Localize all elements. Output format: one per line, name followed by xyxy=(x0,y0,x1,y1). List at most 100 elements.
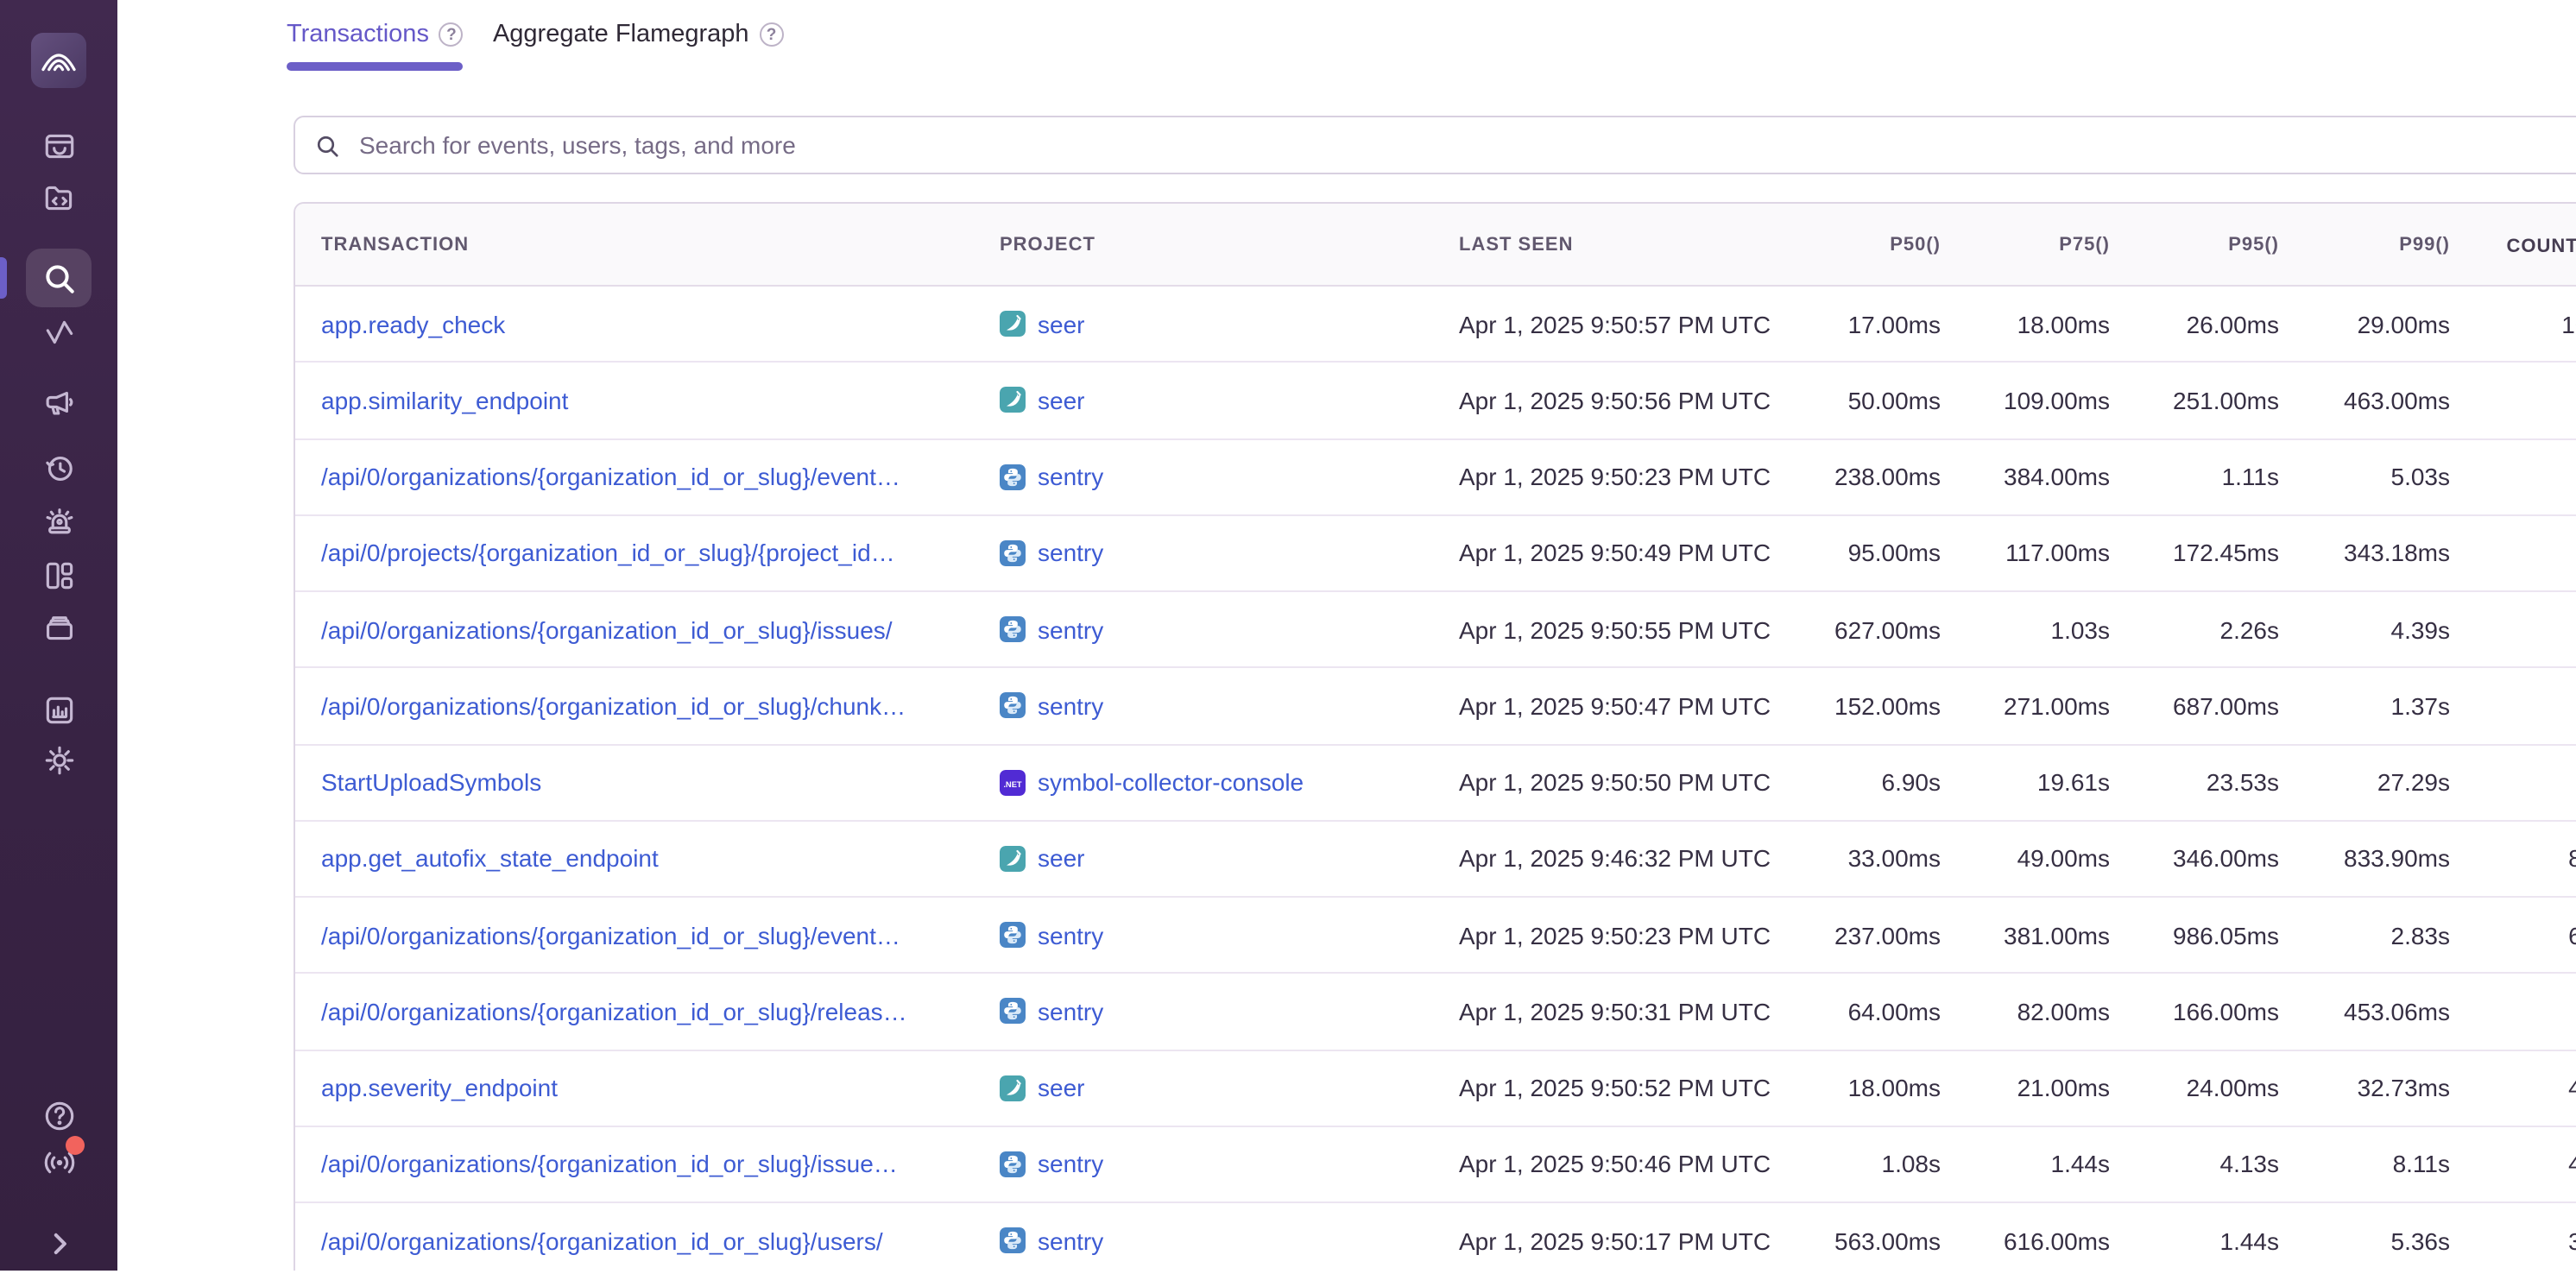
column-header-last_seen[interactable]: LAST SEEN xyxy=(1459,234,1777,255)
sentry-logo[interactable] xyxy=(31,33,86,88)
project-cell[interactable]: .NETsymbol-collector-console xyxy=(1000,768,1459,796)
project-cell[interactable]: sentry xyxy=(1000,692,1459,720)
column-header-p99[interactable]: P99() xyxy=(2279,234,2450,255)
transaction-link[interactable]: /api/0/organizations/{organization_id_or… xyxy=(295,921,1000,949)
table-row: app.similarity_endpointseerApr 1, 2025 9… xyxy=(295,363,2576,440)
column-header-count[interactable]: COUNT() ↓ xyxy=(2450,232,2576,256)
p50-cell: 237.00ms xyxy=(1777,921,1941,949)
search-input[interactable] xyxy=(356,129,2576,161)
column-header-transaction[interactable]: TRANSACTION xyxy=(295,234,1000,255)
count-cell: 12k xyxy=(2450,615,2576,643)
sidebar-item-code-folder[interactable] xyxy=(28,166,90,228)
p99-cell: 5.36s xyxy=(2279,1227,2450,1254)
p95-cell: 172.45ms xyxy=(2110,539,2279,567)
last-seen-cell: Apr 1, 2025 9:50:31 PM UTC xyxy=(1459,998,1777,1025)
last-seen-cell: Apr 1, 2025 9:50:50 PM UTC xyxy=(1459,768,1777,796)
transaction-link[interactable]: app.get_autofix_state_endpoint xyxy=(295,845,1000,873)
help-question-icon[interactable]: ? xyxy=(439,22,464,47)
sidebar-item-gear[interactable] xyxy=(28,728,90,791)
last-seen-cell: Apr 1, 2025 9:50:56 PM UTC xyxy=(1459,387,1777,414)
table-row: /api/0/organizations/{organization_id_or… xyxy=(295,592,2576,669)
tab-aggregate-flamegraph[interactable]: Aggregate Flamegraph? xyxy=(493,21,784,71)
transaction-link[interactable]: /api/0/organizations/{organization_id_or… xyxy=(295,615,1000,643)
p50-cell: 33.00ms xyxy=(1777,845,1941,873)
dashboard-grid-icon xyxy=(41,557,77,593)
column-header-label: COUNT() xyxy=(2506,236,2576,256)
project-cell[interactable]: sentry xyxy=(1000,1151,1459,1178)
p75-cell: 1.03s xyxy=(1941,615,2110,643)
seer-icon xyxy=(1000,1075,1026,1101)
column-header-p95[interactable]: P95() xyxy=(2110,234,2279,255)
transaction-link[interactable]: /api/0/organizations/{organization_id_or… xyxy=(295,463,1000,490)
column-header-project[interactable]: PROJECT xyxy=(1000,234,1459,255)
p95-cell: 4.13s xyxy=(2110,1151,2279,1178)
column-header-label: P95() xyxy=(2228,234,2279,255)
tab-transactions[interactable]: Transactions? xyxy=(287,21,464,71)
count-cell: 4.1k xyxy=(2450,1151,2576,1178)
column-header-p50[interactable]: P50() xyxy=(1777,234,1941,255)
project-name: sentry xyxy=(1038,615,1103,643)
project-cell[interactable]: seer xyxy=(1000,845,1459,873)
sidebar-item-activity-zigzag[interactable] xyxy=(28,300,90,363)
p50-cell: 6.90s xyxy=(1777,768,1941,796)
help-question-icon[interactable]: ? xyxy=(760,22,784,47)
project-cell[interactable]: sentry xyxy=(1000,1227,1459,1254)
p99-cell: 29.00ms xyxy=(2279,310,2450,337)
count-cell: 12k xyxy=(2450,692,2576,720)
count-cell: 8.9k xyxy=(2450,845,2576,873)
p95-cell: 986.05ms xyxy=(2110,921,2279,949)
tab-label: Aggregate Flamegraph xyxy=(493,21,749,48)
p75-cell: 19.61s xyxy=(1941,768,2110,796)
transaction-link[interactable]: app.similarity_endpoint xyxy=(295,387,1000,414)
project-name: seer xyxy=(1038,845,1084,873)
sidebar-item-megaphone[interactable] xyxy=(28,371,90,433)
python-icon xyxy=(1000,1151,1026,1177)
sidebar-footer-chevron-right[interactable] xyxy=(28,1212,90,1274)
sidebar-footer-broadcast[interactable] xyxy=(28,1131,90,1193)
activity-zigzag-icon xyxy=(41,313,77,350)
table-row: app.severity_endpoint seer Apr 1, 2025 9:5… xyxy=(295,1050,2576,1127)
p75-cell: 381.00ms xyxy=(1941,921,2110,949)
project-cell[interactable]: seer xyxy=(1000,1074,1459,1101)
transaction-link[interactable]: /api/0/organizations/{organization_id_or… xyxy=(295,1151,1000,1178)
transaction-link[interactable]: app.ready_check xyxy=(295,310,1000,337)
count-cell: 12k xyxy=(2450,539,2576,567)
search-bar[interactable] xyxy=(294,116,2576,174)
project-cell[interactable]: sentry xyxy=(1000,463,1459,490)
sidebar-item-archive-box[interactable] xyxy=(28,596,90,658)
transaction-link[interactable]: /api/0/organizations/{organization_id_or… xyxy=(295,1227,1000,1254)
project-cell[interactable]: sentry xyxy=(1000,998,1459,1025)
p99-cell: 4.39s xyxy=(2279,615,2450,643)
count-cell: 14k xyxy=(2450,463,2576,490)
transactions-table: TRANSACTIONPROJECTLAST SEEN P50()P75() P95… xyxy=(294,202,2576,1271)
count-cell: 6k xyxy=(2450,998,2576,1025)
sentry-logo-icon xyxy=(38,40,79,81)
count-cell: 6.9k xyxy=(2450,921,2576,949)
project-name: sentry xyxy=(1038,921,1103,949)
p99-cell: 1.37s xyxy=(2279,692,2450,720)
transaction-link[interactable]: app.severity_endpoint xyxy=(295,1074,1000,1101)
transaction-link[interactable]: StartUploadSymbols xyxy=(295,768,1000,796)
last-seen-cell: Apr 1, 2025 9:50:52 PM UTC xyxy=(1459,1074,1777,1101)
p99-cell: 32.73ms xyxy=(2279,1074,2450,1101)
p95-cell: 251.00ms xyxy=(2110,387,2279,414)
project-cell[interactable]: sentry xyxy=(1000,921,1459,949)
project-cell[interactable]: sentry xyxy=(1000,539,1459,567)
transaction-link[interactable]: /api/0/projects/{organization_id_or_slug… xyxy=(295,539,1000,567)
column-header-p75[interactable]: P75() xyxy=(1941,234,2110,255)
p99-cell: 463.00ms xyxy=(2279,387,2450,414)
count-cell: 3.7k xyxy=(2450,1227,2576,1254)
search-icon xyxy=(314,132,340,158)
gear-icon xyxy=(41,741,77,778)
project-cell[interactable]: sentry xyxy=(1000,615,1459,643)
last-seen-cell: Apr 1, 2025 9:50:17 PM UTC xyxy=(1459,1227,1777,1254)
project-name: seer xyxy=(1038,1074,1084,1101)
column-header-label: LAST SEEN xyxy=(1459,234,1573,255)
project-cell[interactable]: seer xyxy=(1000,310,1459,337)
transaction-link[interactable]: /api/0/organizations/{organization_id_or… xyxy=(295,692,1000,720)
clock-rewind-icon xyxy=(41,450,77,486)
table-row: app.ready_checkseerApr 1, 2025 9:50:57 P… xyxy=(295,287,2576,363)
transaction-link[interactable]: /api/0/organizations/{organization_id_or… xyxy=(295,998,1000,1025)
project-cell[interactable]: seer xyxy=(1000,387,1459,414)
sidebar-item-search[interactable] xyxy=(26,249,92,307)
